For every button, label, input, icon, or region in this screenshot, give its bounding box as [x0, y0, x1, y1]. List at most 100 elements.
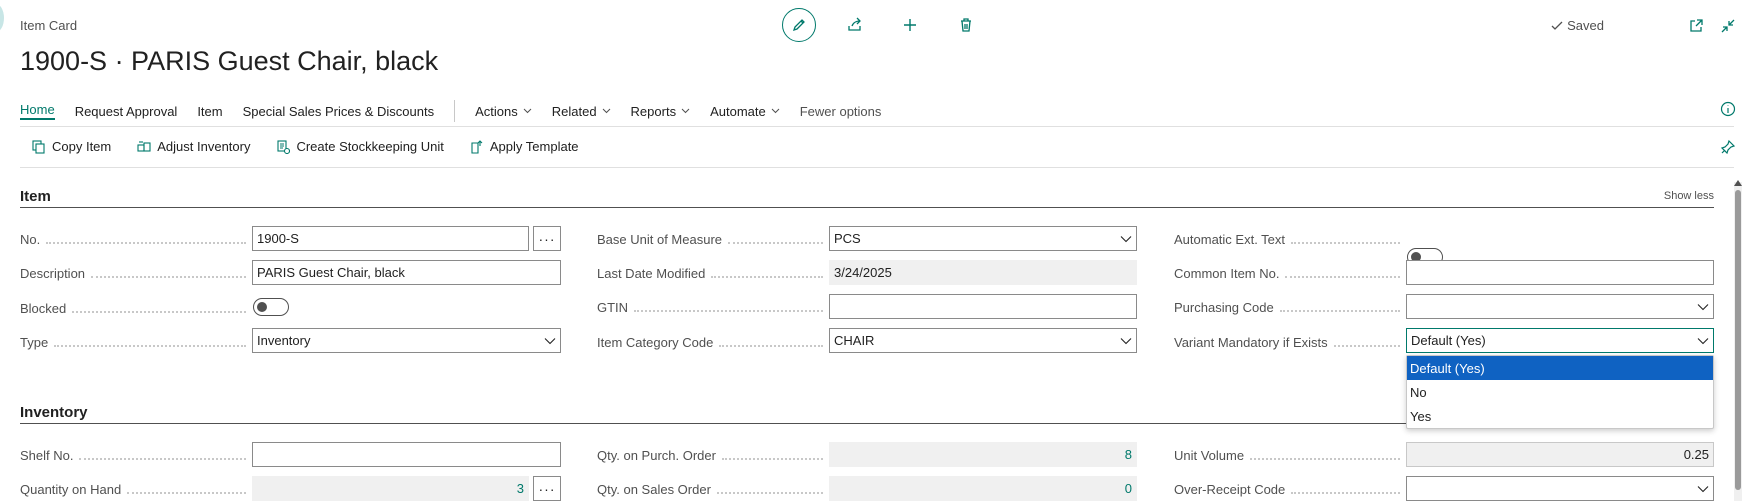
gtin-input[interactable] [829, 294, 1137, 319]
qty-sales-order-value: 0 [1124, 481, 1132, 496]
pin-icon [1720, 139, 1736, 155]
scroll-up-arrow[interactable] [1734, 180, 1742, 186]
item-section-title[interactable]: Item [20, 188, 51, 205]
personalize-button[interactable] [1720, 139, 1736, 155]
qty-purch-order-label: Qty. on Purch. Order [597, 448, 829, 463]
label-dots [728, 236, 823, 244]
create-stockkeeping-unit-button[interactable]: Create Stockkeeping Unit [276, 139, 444, 154]
variant-mandatory-label-text: Variant Mandatory if Exists [1174, 335, 1328, 350]
qty-purch-order-field[interactable]: 8 [829, 442, 1137, 467]
variant-mandatory-value: Default (Yes) [1411, 333, 1486, 348]
description-input[interactable]: PARIS Guest Chair, black [252, 260, 561, 285]
label-dots [1333, 339, 1400, 347]
menu-reports-label: Reports [630, 103, 677, 119]
dropdown-option-no[interactable]: No [1407, 380, 1713, 404]
quantity-on-hand-field[interactable]: 3 [252, 476, 529, 501]
label-dots [72, 305, 246, 313]
create-stockkeeping-unit-label: Create Stockkeeping Unit [296, 139, 444, 154]
common-item-no-label-text: Common Item No. [1174, 266, 1280, 281]
apply-template-label: Apply Template [489, 139, 579, 154]
menu-reports[interactable]: Reports [631, 104, 691, 119]
base-uom-value: PCS [834, 231, 861, 246]
dropdown-option-default-yes[interactable]: Default (Yes) [1407, 356, 1713, 380]
over-receipt-code-label-text: Over-Receipt Code [1174, 482, 1286, 497]
chevron-down-icon [1120, 337, 1132, 344]
copy-item-label: Copy Item [52, 139, 112, 154]
saved-status: Saved [1551, 18, 1604, 33]
info-button[interactable] [1720, 101, 1736, 117]
purchasing-code-select[interactable] [1406, 294, 1714, 319]
tab-item[interactable]: Item [197, 104, 222, 119]
edit-button[interactable] [782, 8, 816, 42]
over-receipt-code-select[interactable] [1406, 476, 1714, 501]
shelf-no-label: Shelf No. [20, 448, 252, 463]
base-uom-label: Base Unit of Measure [597, 232, 829, 247]
unit-volume-label: Unit Volume [1174, 448, 1406, 463]
show-less-button[interactable]: Show less [1664, 190, 1714, 202]
gtin-label: GTIN [597, 300, 829, 315]
item-section-divider [20, 207, 1714, 208]
over-receipt-code-label: Over-Receipt Code [1174, 482, 1406, 497]
category-label-text: Item Category Code [597, 335, 714, 350]
type-select[interactable]: Inventory [252, 328, 561, 353]
quantity-on-hand-label: Quantity on Hand [20, 482, 252, 497]
menu-actions-label: Actions [475, 103, 518, 119]
checkmark-icon [1551, 21, 1563, 30]
share-button[interactable] [838, 8, 872, 42]
no-label: No. [20, 232, 252, 247]
dropdown-option-yes[interactable]: Yes [1407, 404, 1713, 428]
adjust-inventory-button[interactable]: Adjust Inventory [137, 139, 250, 154]
common-item-no-input[interactable] [1406, 260, 1714, 285]
label-dots [46, 236, 246, 244]
delete-button[interactable] [949, 8, 983, 42]
description-label-text: Description [20, 266, 86, 281]
tab-home[interactable]: Home [20, 102, 55, 120]
label-dots [721, 452, 823, 460]
category-select[interactable]: CHAIR [829, 328, 1137, 353]
base-uom-select[interactable]: PCS [829, 226, 1137, 251]
chevron-down-icon [1697, 303, 1709, 310]
blocked-label: Blocked [20, 301, 252, 316]
label-dots [54, 339, 246, 347]
no-input[interactable]: 1900-S [252, 226, 529, 251]
tab-request-approval[interactable]: Request Approval [75, 104, 178, 119]
promoted-actions: Copy Item Adjust Inventory Create Stockk… [32, 139, 605, 154]
saved-label: Saved [1567, 18, 1604, 33]
shelf-no-input[interactable] [252, 442, 561, 467]
menu-actions[interactable]: Actions [475, 104, 532, 119]
blocked-toggle[interactable] [253, 298, 289, 316]
inventory-section-title[interactable]: Inventory [20, 404, 88, 421]
scrollbar-thumb[interactable] [1735, 190, 1741, 490]
collapse-button[interactable] [1720, 18, 1736, 34]
type-label-text: Type [20, 335, 49, 350]
blocked-label-text: Blocked [20, 301, 67, 316]
pencil-icon [792, 19, 805, 32]
fewer-options-button[interactable]: Fewer options [800, 104, 882, 119]
page-title: 1900-S · PARIS Guest Chair, black [20, 46, 439, 76]
type-value: Inventory [257, 333, 311, 348]
apply-template-button[interactable]: Apply Template [470, 139, 579, 154]
variant-mandatory-select[interactable]: Default (Yes) [1406, 328, 1714, 353]
description-value: PARIS Guest Chair, black [257, 265, 405, 280]
variant-mandatory-dropdown-list: Default (Yes) No Yes [1406, 355, 1714, 429]
purchasing-code-label-text: Purchasing Code [1174, 300, 1274, 315]
qty-sales-order-field[interactable]: 0 [829, 476, 1137, 501]
menu-automate[interactable]: Automate [710, 104, 780, 119]
last-modified-field: 3/24/2025 [829, 260, 1137, 285]
tab-special-sales-prices[interactable]: Special Sales Prices & Discounts [243, 104, 434, 119]
no-assist-button[interactable]: ··· [533, 226, 561, 251]
copy-item-button[interactable]: Copy Item [32, 139, 111, 154]
new-button[interactable] [893, 8, 927, 42]
plus-icon [904, 19, 916, 31]
menu-automate-label: Automate [710, 103, 766, 119]
quantity-on-hand-assist-button[interactable]: ··· [533, 476, 561, 501]
menu-related[interactable]: Related [552, 104, 611, 119]
inventory-icon [137, 140, 151, 152]
open-new-window-button[interactable] [1688, 18, 1704, 34]
last-modified-label-text: Last Date Modified [597, 266, 706, 281]
share-icon [848, 17, 861, 31]
qty-sales-order-label-text: Qty. on Sales Order [597, 482, 711, 497]
nav-divider-line [20, 126, 1734, 127]
qty-purch-order-value: 8 [1124, 447, 1132, 462]
unit-volume-field[interactable]: 0.25 [1406, 442, 1714, 467]
